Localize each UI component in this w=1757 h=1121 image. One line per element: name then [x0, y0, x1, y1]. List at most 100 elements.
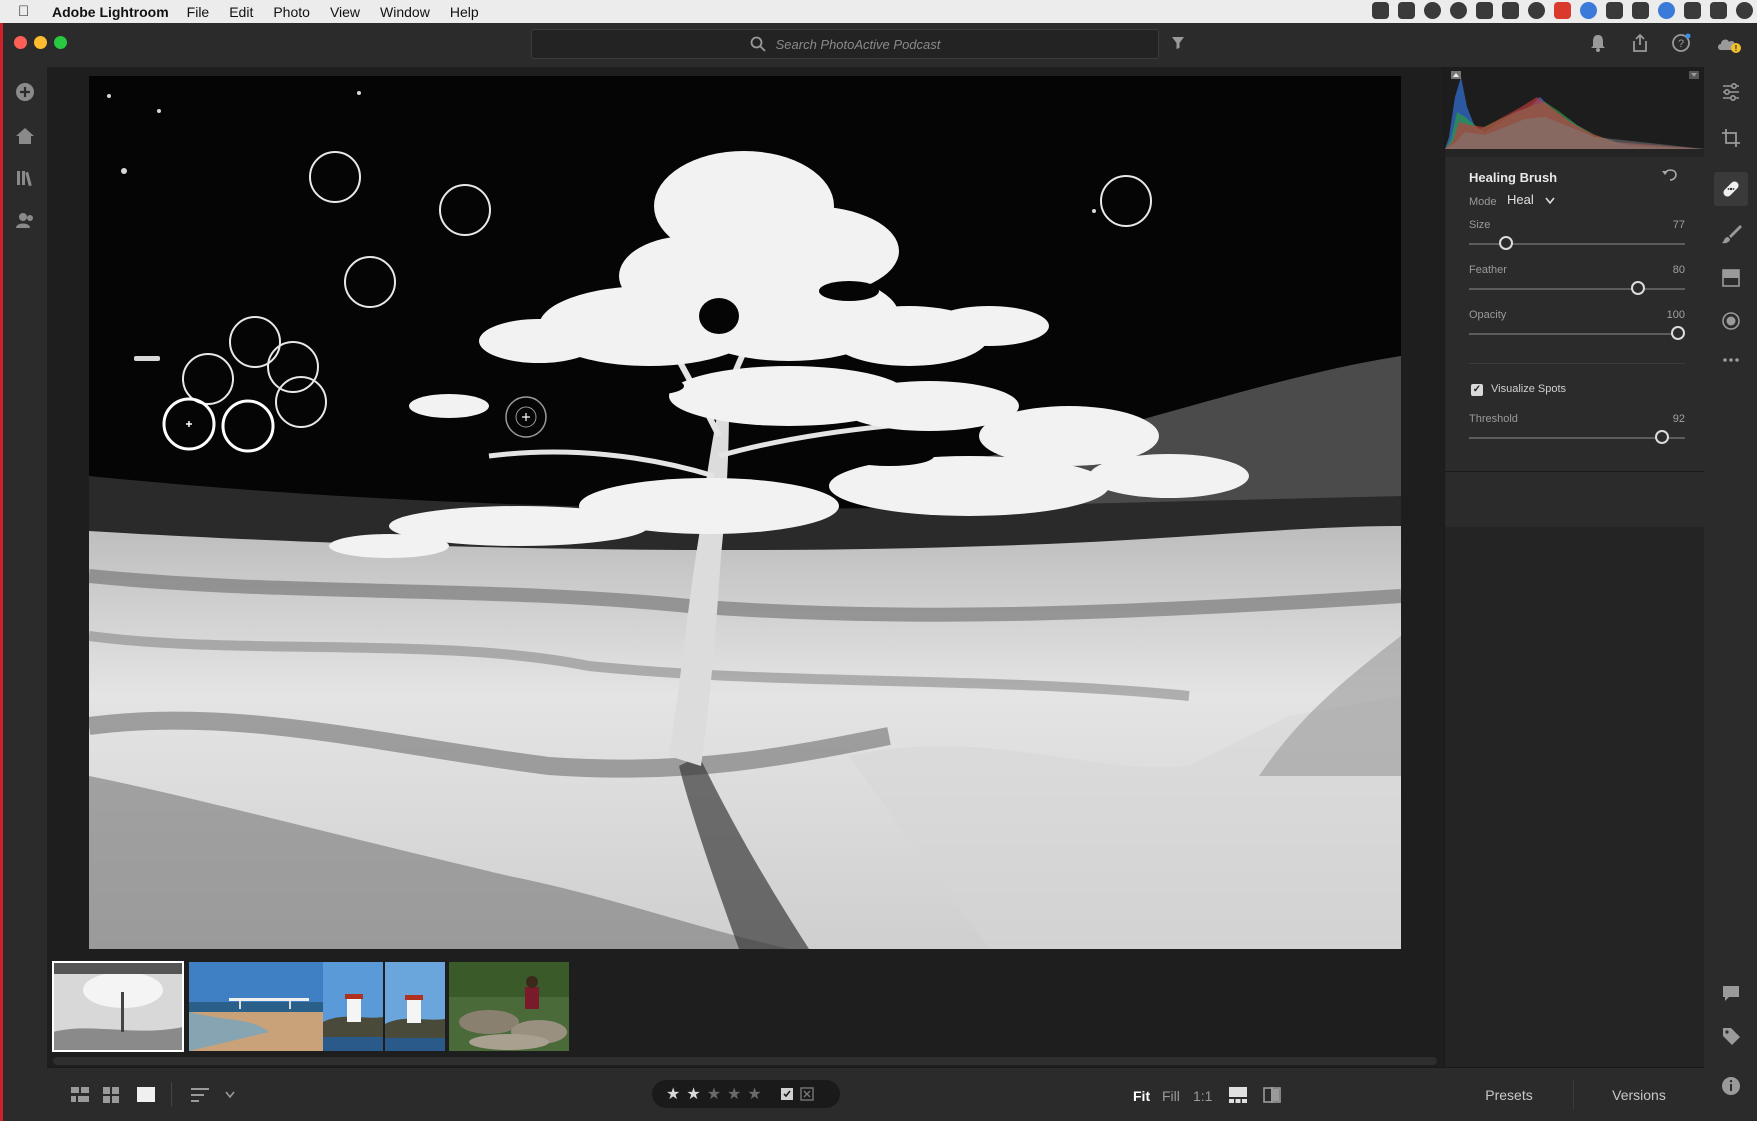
- app-name-menu[interactable]: Adobe Lightroom: [52, 4, 169, 20]
- crop-icon[interactable]: [1720, 127, 1742, 149]
- menu-window[interactable]: Window: [380, 4, 430, 20]
- menu-view[interactable]: View: [330, 4, 360, 20]
- visualize-spots-label[interactable]: Visualize Spots: [1491, 383, 1566, 395]
- script-tray-icon[interactable]: [1606, 2, 1623, 19]
- home-icon[interactable]: [14, 125, 36, 147]
- thumb-tree-visualized[interactable]: [52, 961, 184, 1052]
- thumb-lighthouse-1[interactable]: [323, 962, 383, 1051]
- edit-sliders-icon[interactable]: [1720, 81, 1742, 103]
- reset-icon[interactable]: [1661, 167, 1679, 183]
- search-icon: [750, 36, 766, 52]
- thumb-person-rocks[interactable]: [449, 962, 569, 1051]
- window-maximize-button[interactable]: [54, 36, 67, 49]
- menu-edit[interactable]: Edit: [229, 4, 253, 20]
- flame-tray-icon[interactable]: [1632, 2, 1649, 19]
- section-divider: [1445, 471, 1705, 472]
- threshold-slider-track[interactable]: [1469, 437, 1685, 439]
- opacity-slider-track[interactable]: [1469, 333, 1685, 335]
- healing-icon[interactable]: [1720, 178, 1742, 200]
- title-bar: Search PhotoActive Podcast ? !: [3, 23, 1757, 67]
- linear-gradient-icon[interactable]: [1720, 267, 1742, 289]
- star-3[interactable]: ★: [707, 1084, 721, 1104]
- tab-presets[interactable]: Presets: [1444, 1087, 1574, 1103]
- tasks-tray-icon[interactable]: [1502, 2, 1519, 19]
- display-tray-icon[interactable]: [1710, 2, 1727, 19]
- healing-brush-title: Healing Brush: [1469, 170, 1558, 185]
- zoom-fill[interactable]: Fill: [1162, 1088, 1180, 1104]
- comments-icon[interactable]: [1720, 982, 1742, 1004]
- drive-tray-icon[interactable]: [1658, 2, 1675, 19]
- size-slider-thumb[interactable]: [1499, 236, 1514, 250]
- shadow-clipping-icon[interactable]: [1451, 71, 1461, 79]
- feather-slider-thumb[interactable]: [1630, 281, 1645, 295]
- add-photos-icon[interactable]: [14, 81, 36, 103]
- pen-tray-icon[interactable]: [1684, 2, 1701, 19]
- menu-photo[interactable]: Photo: [273, 4, 310, 20]
- people-icon[interactable]: [14, 209, 36, 231]
- filmstrip-toggle-icon[interactable]: [1229, 1087, 1247, 1103]
- photo-visualize-spots-view[interactable]: [89, 76, 1401, 949]
- filmstrip: [47, 955, 1444, 1067]
- before-after-icon[interactable]: [1263, 1087, 1281, 1103]
- search-app-tray-icon[interactable]: [1554, 2, 1571, 19]
- dropbox-tray-icon[interactable]: [1476, 2, 1493, 19]
- visualize-spots-checkbox[interactable]: ✓: [1471, 384, 1483, 396]
- tab-versions[interactable]: Versions: [1574, 1087, 1704, 1103]
- threshold-slider-thumb[interactable]: [1654, 430, 1669, 444]
- window-minimize-button[interactable]: [34, 36, 47, 49]
- mode-dropdown[interactable]: Heal: [1505, 191, 1565, 211]
- star-4[interactable]: ★: [727, 1084, 741, 1104]
- menu-file[interactable]: File: [187, 4, 210, 20]
- feather-label: Feather: [1469, 264, 1507, 276]
- thumb-beach-pier[interactable]: [189, 962, 323, 1051]
- photo-canvas[interactable]: [47, 67, 1444, 955]
- ghost-tray-icon[interactable]: [1450, 2, 1467, 19]
- bottom-toolbar: ★ ★ ★ ★ ★ Fit Fill 1:1: [47, 1067, 1444, 1121]
- star-2[interactable]: ★: [686, 1084, 700, 1104]
- cc-tray-icon[interactable]: [1528, 2, 1545, 19]
- help-icon[interactable]: ?: [1671, 33, 1691, 53]
- star-5[interactable]: ★: [747, 1084, 761, 1104]
- threshold-label: Threshold: [1469, 413, 1518, 425]
- feather-slider-track[interactable]: [1469, 288, 1685, 290]
- keywords-icon[interactable]: [1720, 1025, 1742, 1047]
- highlight-clipping-icon[interactable]: [1689, 71, 1699, 79]
- chevron-down-icon[interactable]: [225, 1091, 235, 1099]
- library-icon[interactable]: [14, 167, 36, 189]
- opacity-slider-thumb[interactable]: [1671, 326, 1685, 340]
- camera-tray-icon[interactable]: [1398, 2, 1415, 19]
- opacity-value[interactable]: 100: [1645, 309, 1685, 321]
- flag-reject-icon[interactable]: [800, 1087, 814, 1101]
- menu-help[interactable]: Help: [450, 4, 479, 20]
- filter-icon[interactable]: [1171, 36, 1185, 50]
- cloud-sync-icon[interactable]: !: [1715, 33, 1743, 55]
- zoom-fit[interactable]: Fit: [1133, 1088, 1150, 1104]
- globe-tray-icon[interactable]: [1580, 2, 1597, 19]
- radial-gradient-icon[interactable]: [1720, 310, 1742, 332]
- flag-pick-icon[interactable]: [780, 1087, 794, 1101]
- histogram-graph: [1445, 77, 1705, 149]
- star-1[interactable]: ★: [666, 1084, 680, 1104]
- more-icon[interactable]: [1720, 349, 1742, 371]
- apple-icon[interactable]: : [18, 3, 38, 20]
- threshold-value[interactable]: 92: [1645, 413, 1685, 425]
- square-grid-icon[interactable]: [103, 1087, 119, 1103]
- search-input[interactable]: Search PhotoActive Podcast: [531, 29, 1159, 59]
- size-value[interactable]: 77: [1645, 219, 1685, 231]
- extra-tray-icon[interactable]: [1736, 2, 1753, 19]
- photo-grid-icon[interactable]: [71, 1087, 89, 1103]
- window-close-button[interactable]: [14, 36, 27, 49]
- bell-icon[interactable]: [1589, 33, 1607, 53]
- feather-value[interactable]: 80: [1645, 264, 1685, 276]
- brush-icon[interactable]: [1720, 223, 1742, 245]
- calendar-tray-icon[interactable]: [1372, 2, 1389, 19]
- info-icon[interactable]: [1720, 1075, 1742, 1097]
- sort-icon[interactable]: [191, 1087, 211, 1103]
- share-icon[interactable]: [1631, 33, 1649, 53]
- check-tray-icon[interactable]: [1424, 2, 1441, 19]
- zoom-1-1[interactable]: 1:1: [1193, 1088, 1212, 1104]
- svg-text:!: !: [1735, 44, 1738, 53]
- filmstrip-scrollbar[interactable]: [53, 1057, 1437, 1065]
- detail-view-icon[interactable]: [137, 1087, 155, 1103]
- thumb-lighthouse-2[interactable]: [385, 962, 445, 1051]
